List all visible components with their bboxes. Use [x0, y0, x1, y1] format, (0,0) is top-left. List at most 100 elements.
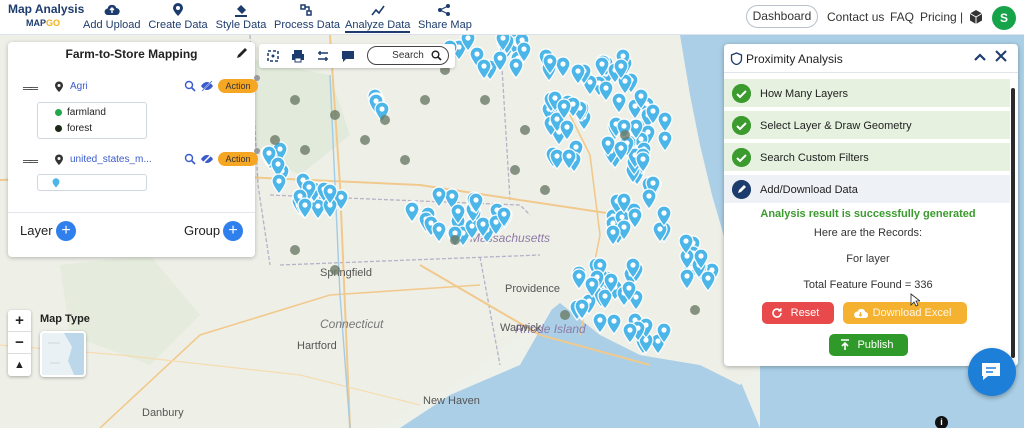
agri-feature-dot[interactable] [330, 265, 340, 275]
drag-handle-icon[interactable]: ══ [23, 81, 38, 95]
agri-feature-dot[interactable] [510, 165, 520, 175]
add-layer-button[interactable]: + [56, 221, 76, 241]
user-avatar[interactable]: S [992, 6, 1016, 30]
zoom-to-layer-icon[interactable] [184, 80, 196, 92]
step-how-many-layers[interactable]: How Many Layers [724, 79, 1010, 108]
pencil-icon[interactable] [235, 46, 249, 60]
nav-share-map[interactable]: Share Map [418, 3, 472, 33]
map-marker-pin[interactable] [656, 322, 672, 344]
map-marker-pin[interactable] [656, 205, 672, 227]
map-marker-pin[interactable] [496, 206, 512, 228]
comment-icon[interactable] [341, 49, 355, 63]
panel-scrollbar[interactable] [1011, 88, 1015, 358]
map-marker-pin[interactable] [516, 41, 532, 63]
agri-feature-dot[interactable] [620, 130, 630, 140]
map-marker-pin[interactable] [476, 58, 492, 80]
eye-slash-icon[interactable] [200, 153, 214, 165]
zoom-in-button[interactable]: + [8, 310, 31, 332]
cube-icon[interactable] [968, 9, 984, 25]
map-marker-pin[interactable] [657, 130, 673, 152]
map-marker-pin[interactable] [542, 53, 558, 75]
map-marker-pin[interactable] [600, 135, 616, 157]
map-marker-pin[interactable] [570, 63, 586, 85]
map-marker-pin[interactable] [574, 298, 590, 320]
agri-feature-dot[interactable] [400, 155, 410, 165]
logo[interactable]: Map Analysis MAPGO [8, 2, 84, 28]
map-marker-pin[interactable] [492, 50, 508, 72]
close-icon[interactable] [994, 49, 1008, 63]
layer-row-us[interactable]: ══ united_states_m... Action [18, 148, 260, 170]
pricing-link[interactable]: Pricing | [920, 10, 963, 24]
add-group-button[interactable]: + [223, 221, 243, 241]
chat-button[interactable] [968, 348, 1016, 396]
layer-row-agri[interactable]: ══ Agri Action [18, 75, 260, 97]
map-marker-pin[interactable] [431, 221, 447, 243]
faq-link[interactable]: FAQ [890, 10, 914, 24]
agri-feature-dot[interactable] [520, 125, 530, 135]
nav-process-data[interactable]: Process Data [274, 3, 340, 33]
agri-feature-dot[interactable] [300, 145, 310, 155]
map-marker-pin[interactable] [561, 148, 577, 170]
map-marker-pin[interactable] [297, 197, 313, 219]
agri-feature-dot[interactable] [560, 310, 570, 320]
map-marker-pin[interactable] [627, 207, 643, 229]
step-select-layer[interactable]: Select Layer & Draw Geometry [724, 111, 1010, 140]
zoom-to-layer-icon[interactable] [184, 153, 196, 165]
agri-feature-dot[interactable] [290, 245, 300, 255]
agri-feature-dot[interactable] [270, 135, 280, 145]
map-marker-pin[interactable] [271, 173, 287, 195]
map-marker-pin[interactable] [584, 276, 600, 298]
compass-icon[interactable]: ▲ [8, 354, 31, 376]
download-excel-button[interactable]: Download Excel [843, 302, 967, 324]
nav-add-upload[interactable]: Add Upload [83, 3, 141, 33]
agri-feature-dot[interactable] [360, 135, 370, 145]
reset-button[interactable]: Reset [762, 302, 834, 324]
map-marker-pin[interactable] [450, 203, 466, 225]
map-marker-pin[interactable] [678, 233, 694, 255]
map-marker-pin[interactable] [625, 257, 641, 279]
map-marker-pin[interactable] [431, 186, 447, 208]
search-input[interactable]: Search [367, 46, 449, 65]
map-marker-pin[interactable] [598, 80, 614, 102]
agri-feature-dot[interactable] [290, 95, 300, 105]
map-marker-pin[interactable] [693, 248, 709, 270]
action-button[interactable]: Action [218, 148, 260, 166]
drag-handle-icon[interactable]: ══ [23, 154, 38, 168]
publish-button[interactable]: Publish [829, 334, 908, 356]
map-type-thumbnail[interactable] [40, 331, 86, 377]
map-marker-pin[interactable] [559, 119, 575, 141]
action-button[interactable]: Action [218, 75, 260, 93]
info-icon[interactable]: i [935, 416, 948, 428]
agri-feature-dot[interactable] [380, 115, 390, 125]
map-marker-pin[interactable] [594, 56, 610, 78]
nav-create-data[interactable]: Create Data [148, 3, 208, 33]
map-marker-pin[interactable] [613, 58, 629, 80]
layer-name[interactable]: Agri [70, 81, 88, 92]
measure-icon[interactable] [316, 49, 330, 63]
print-icon[interactable] [291, 49, 305, 63]
fullscreen-icon[interactable] [266, 49, 280, 63]
map-marker-pin[interactable] [556, 98, 572, 120]
map-marker-pin[interactable] [622, 322, 638, 344]
chevron-up-icon[interactable] [973, 50, 987, 64]
map-marker-pin[interactable] [605, 224, 621, 246]
agri-feature-dot[interactable] [420, 95, 430, 105]
map-marker-pin[interactable] [460, 35, 476, 52]
agri-feature-dot[interactable] [450, 235, 460, 245]
map-marker-pin[interactable] [468, 192, 484, 214]
agri-feature-dot[interactable] [330, 110, 340, 120]
agri-feature-dot[interactable] [690, 305, 700, 315]
dashboard-button[interactable]: Dashboard [746, 5, 818, 28]
nav-analyze-data[interactable]: Analyze Data [345, 3, 410, 33]
contact-link[interactable]: Contact us [827, 10, 884, 24]
step-add-download[interactable]: Add/Download Data [724, 175, 1010, 204]
zoom-out-button[interactable]: − [8, 332, 31, 354]
map-marker-pin[interactable] [641, 188, 657, 210]
agri-feature-dot[interactable] [540, 185, 550, 195]
map-marker-pin[interactable] [635, 151, 651, 173]
map-marker-pin[interactable] [606, 313, 622, 335]
step-custom-filters[interactable]: Search Custom Filters [724, 143, 1010, 172]
map-marker-pin[interactable] [322, 183, 338, 205]
map-marker-pin[interactable] [621, 280, 637, 302]
agri-feature-dot[interactable] [480, 95, 490, 105]
